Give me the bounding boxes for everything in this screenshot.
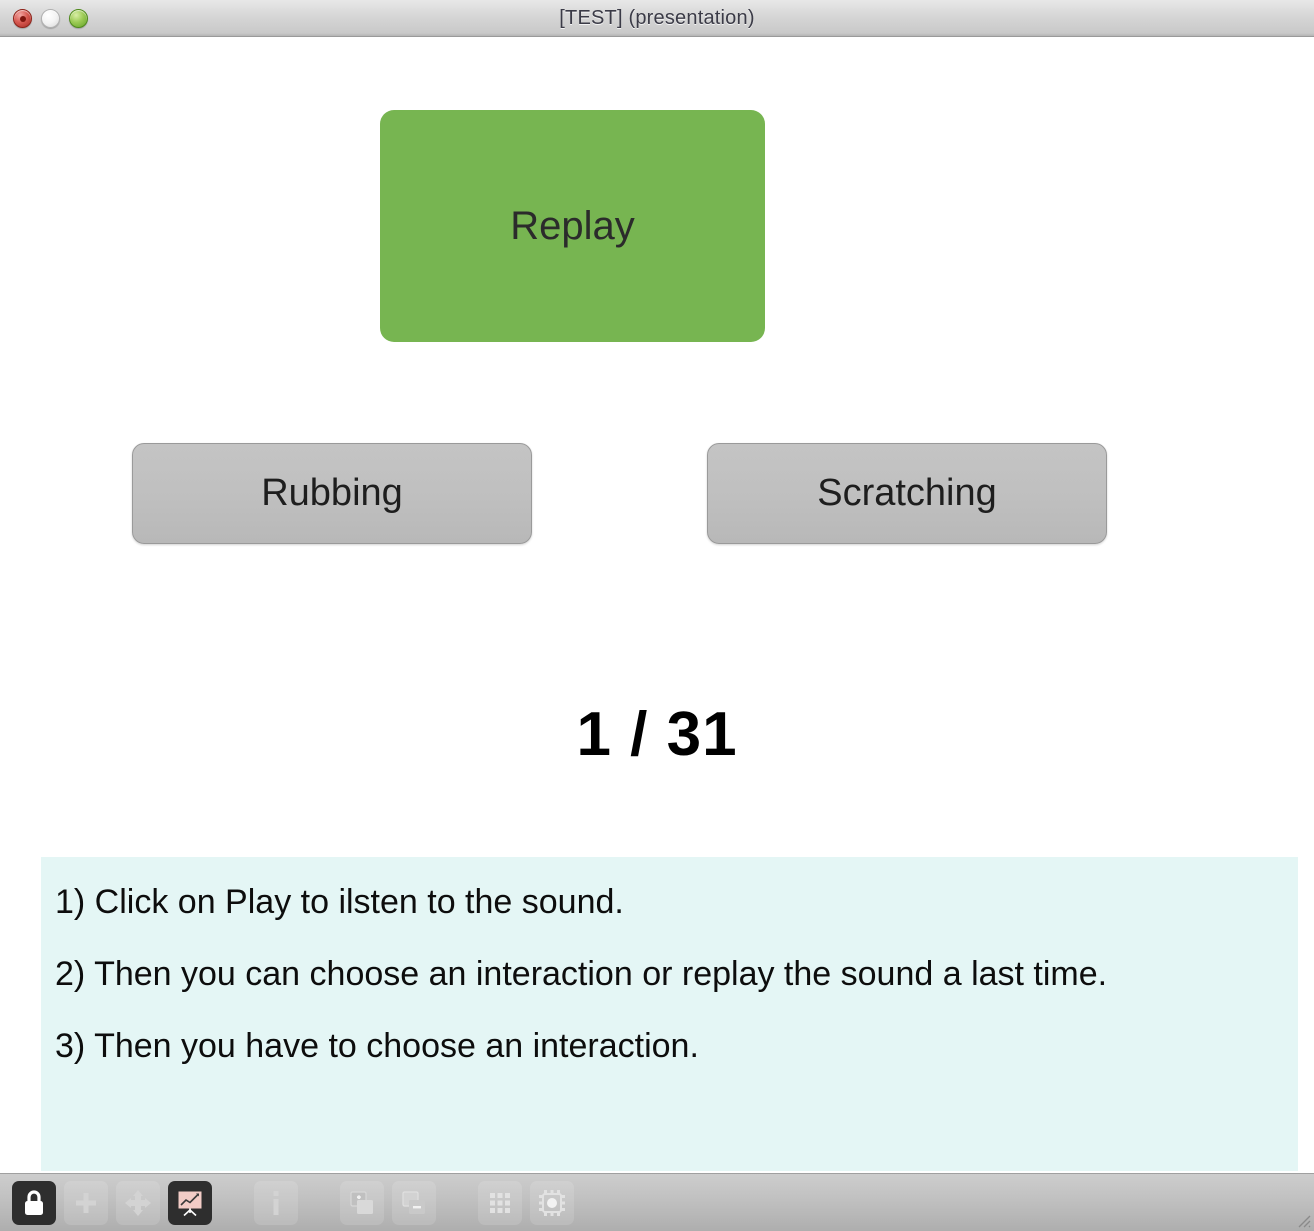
info-icon[interactable] [254,1180,298,1225]
grid-icon[interactable] [478,1180,522,1225]
toolbar-separator-3 [444,1202,470,1203]
plus-icon[interactable] [64,1180,108,1225]
window-title: [TEST] (presentation) [559,6,755,29]
instructions-panel: 1) Click on Play to ilsten to the sound.… [41,857,1298,1171]
remove-slide-icon[interactable] [392,1180,436,1225]
instruction-line-2: 2) Then you can choose an interaction or… [55,955,1108,993]
scratching-button[interactable]: Scratching [707,443,1107,544]
minimize-button[interactable] [41,9,60,28]
replay-button[interactable]: Replay [380,110,765,342]
settings-icon[interactable] [530,1180,574,1225]
zoom-button[interactable] [69,9,88,28]
trial-counter: 1 / 31 [576,700,738,769]
instruction-line-1: 1) Click on Play to ilsten to the sound. [55,883,624,921]
add-slide-icon[interactable] [340,1180,384,1225]
instruction-line-3: 3) Then you have to choose an interactio… [55,1027,699,1065]
move-icon[interactable] [116,1180,160,1225]
lock-icon[interactable] [12,1180,56,1225]
presentation-icon[interactable] [168,1180,212,1225]
window-controls [13,9,88,28]
application-window: [TEST] (presentation) Replay Rubbing Scr… [0,0,1314,1231]
resize-grip[interactable] [1295,1212,1311,1228]
toolbar-separator-2 [306,1202,332,1203]
toolbar-separator-1 [220,1202,246,1203]
bottom-toolbar [0,1173,1314,1231]
rubbing-button[interactable]: Rubbing [132,443,532,544]
close-button[interactable] [13,9,32,28]
window-titlebar: [TEST] (presentation) [0,0,1314,37]
presentation-content: Replay Rubbing Scratching 1 / 31 1) Clic… [0,37,1314,1173]
